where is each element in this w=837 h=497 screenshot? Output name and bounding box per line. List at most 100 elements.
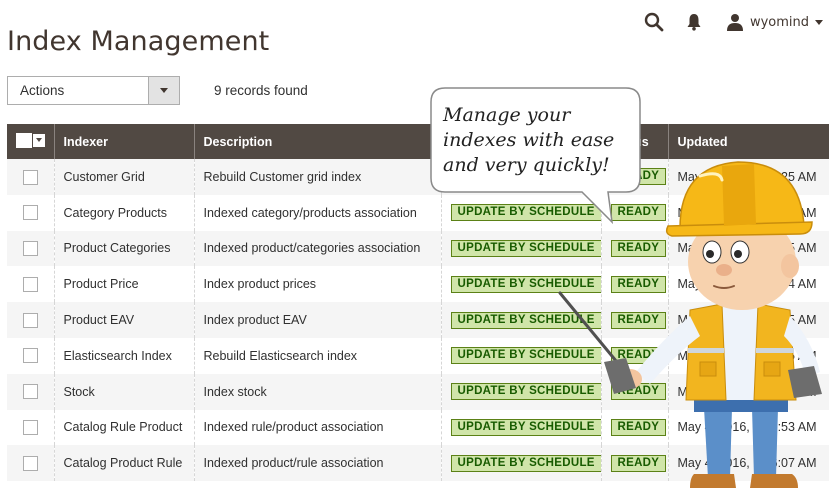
row-checkbox[interactable] <box>22 241 38 257</box>
status-badge: READY <box>610 347 667 365</box>
status-badge: READY <box>610 168 667 186</box>
indexer-cell: Product Price <box>53 266 194 303</box>
mode-cell: UPDATE BY SCHEDULE <box>440 337 601 374</box>
mass-select-control[interactable] <box>16 132 45 148</box>
indexer-cell: Category Products <box>53 194 194 231</box>
bubble-line-1: Manage your <box>442 104 572 126</box>
status-badge: READY <box>610 418 667 436</box>
updated-cell: May 4, 2016, 7:36:25 AM <box>667 302 829 338</box>
chevron-down-icon <box>36 138 42 142</box>
updated-cell: May 4, 2016, 7:36:25 AM <box>667 159 829 195</box>
user-menu[interactable]: wyomind <box>726 13 823 31</box>
row-checkbox[interactable] <box>22 348 38 364</box>
row-select-cell <box>7 230 54 267</box>
actions-toggle-button[interactable] <box>148 77 179 104</box>
status-cell: READY <box>600 373 668 410</box>
description-cell: Rebuild Elasticsearch index <box>193 337 441 374</box>
status-cell: READY <box>600 302 668 338</box>
status-cell: READY <box>600 230 668 267</box>
row-checkbox[interactable] <box>22 205 38 221</box>
mode-badge: UPDATE BY SCHEDULE <box>450 454 601 472</box>
status-cell: READY <box>600 337 668 374</box>
updated-cell: May 4, 2016, 7:36:25 AM <box>667 230 829 267</box>
column-header-indexer[interactable]: Indexer <box>53 124 194 159</box>
table-row: Elasticsearch Index Rebuild Elasticsearc… <box>7 337 829 374</box>
search-icon[interactable] <box>644 12 664 32</box>
mass-select-checkbox[interactable] <box>16 132 32 148</box>
row-select-cell <box>7 373 54 410</box>
row-checkbox[interactable] <box>22 384 38 400</box>
actions-dropdown[interactable]: Actions <box>7 76 180 105</box>
status-cell: READY <box>600 409 668 446</box>
mode-cell: UPDATE BY SCHEDULE <box>440 266 601 303</box>
row-select-cell <box>7 445 54 482</box>
status-cell: READY <box>600 194 668 231</box>
indexer-cell: Catalog Product Rule <box>53 445 194 482</box>
chevron-down-icon <box>815 19 823 25</box>
table-row: Product Price Index product prices UPDAT… <box>7 266 829 303</box>
records-count: 9 records found <box>214 83 308 98</box>
description-cell: Indexed product/categories association <box>193 230 441 267</box>
description-cell: Rebuild Customer grid index <box>193 159 441 195</box>
mode-cell: UPDATE BY SCHEDULE <box>440 302 601 338</box>
updated-cell: May 4, 2016, 7:36:24 AM <box>667 266 829 303</box>
column-header-description[interactable]: Description <box>193 124 441 159</box>
table-row: Category Products Indexed category/produ… <box>7 194 829 231</box>
indexer-cell: Elasticsearch Index <box>53 337 194 374</box>
status-cell: READY <box>600 445 668 482</box>
row-checkbox[interactable] <box>22 169 38 185</box>
updated-cell: May 4, 2016, 7:36:25 AM <box>667 373 829 410</box>
column-header-mode[interactable]: Mode <box>440 124 601 159</box>
bell-icon[interactable] <box>686 13 702 31</box>
mode-badge: UPDATE BY SCHEDULE <box>450 311 601 329</box>
row-checkbox[interactable] <box>22 276 38 292</box>
mode-badge: UPDATE BY SCHEDULE <box>450 275 601 293</box>
updated-cell: May 4, 2016, 7:36:25 AM <box>667 337 829 374</box>
row-select-cell <box>7 159 54 195</box>
chevron-down-icon <box>160 88 168 93</box>
mode-badge: UPDATE BY SCHEDULE <box>450 383 601 401</box>
mode-badge: UPDATE BY SCHEDULE <box>450 204 601 222</box>
mode-badge: UPDATE BY SCHEDULE <box>450 239 601 257</box>
status-badge: READY <box>610 383 667 401</box>
row-select-cell <box>7 302 54 338</box>
mode-badge: UPDATE BY SCHEDULE <box>450 168 601 186</box>
indexer-cell: Catalog Rule Product <box>53 409 194 446</box>
mass-select-dropdown[interactable] <box>33 133 45 147</box>
description-cell: Index product prices <box>193 266 441 303</box>
status-badge: READY <box>610 275 667 293</box>
mode-cell: UPDATE BY SCHEDULE <box>440 194 601 231</box>
description-cell: Index stock <box>193 373 441 410</box>
row-checkbox[interactable] <box>22 455 38 471</box>
mass-select-header[interactable] <box>7 124 54 159</box>
index-grid: Indexer Description Mode Status Updated … <box>7 124 829 482</box>
status-badge: READY <box>610 311 667 329</box>
row-select-cell <box>7 266 54 303</box>
indexer-cell: Product EAV <box>53 302 194 338</box>
row-checkbox[interactable] <box>22 420 38 436</box>
status-cell: READY <box>600 159 668 195</box>
table-row: Catalog Product Rule Indexed product/rul… <box>7 445 829 482</box>
header-actions: wyomind <box>644 8 823 36</box>
indexer-cell: Stock <box>53 373 194 410</box>
column-header-status[interactable]: Status <box>600 124 668 159</box>
row-select-cell <box>7 409 54 446</box>
grid-header-row: Indexer Description Mode Status Updated <box>7 124 829 159</box>
column-header-updated[interactable]: Updated <box>667 124 829 159</box>
page-title: Index Management <box>7 26 270 58</box>
mode-cell: UPDATE BY SCHEDULE <box>440 409 601 446</box>
table-row: Product EAV Index product EAV UPDATE BY … <box>7 302 829 338</box>
updated-cell: May 4, 2016, 7:36:25 AM <box>667 194 829 231</box>
description-cell: Indexed category/products association <box>193 194 441 231</box>
table-row: Catalog Rule Product Indexed rule/produc… <box>7 409 829 446</box>
row-checkbox[interactable] <box>22 312 38 328</box>
mode-cell: UPDATE BY SCHEDULE <box>440 159 601 195</box>
table-row: Stock Index stock UPDATE BY SCHEDULE REA… <box>7 373 829 410</box>
status-cell: READY <box>600 266 668 303</box>
description-cell: Index product EAV <box>193 302 441 338</box>
mode-cell: UPDATE BY SCHEDULE <box>440 230 601 267</box>
updated-cell: May 4, 2016, 7:36:53 AM <box>667 409 829 446</box>
mode-cell: UPDATE BY SCHEDULE <box>440 445 601 482</box>
mode-badge: UPDATE BY SCHEDULE <box>450 418 601 436</box>
description-cell: Indexed product/rule association <box>193 445 441 482</box>
